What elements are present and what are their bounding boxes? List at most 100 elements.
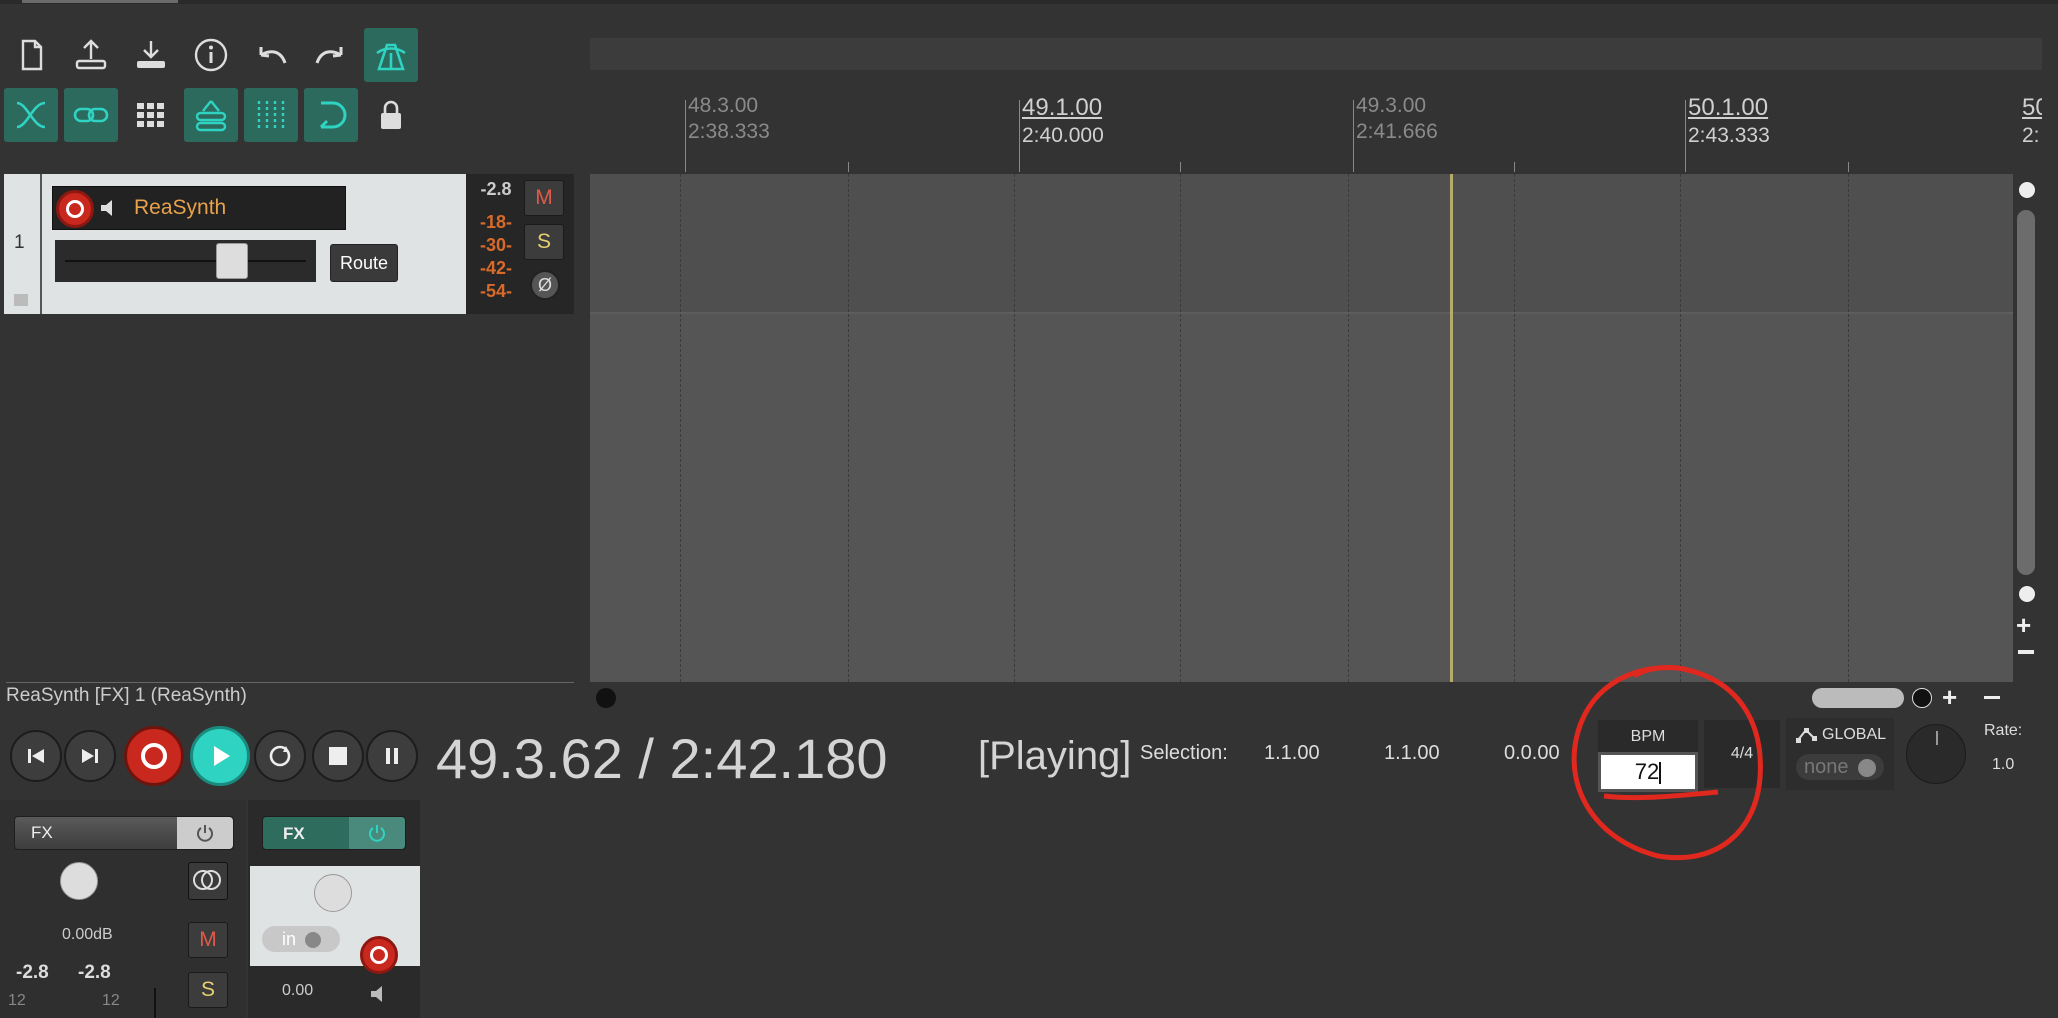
ruler-region-lane[interactable] <box>590 38 2042 70</box>
redo-icon[interactable] <box>304 28 358 82</box>
track1-speaker-icon[interactable] <box>368 982 392 1011</box>
horizontal-scroll-thumb[interactable] <box>1812 688 1904 708</box>
play-cursor[interactable] <box>1450 174 1453 682</box>
grid-line <box>1348 174 1349 682</box>
project-info-icon[interactable] <box>184 28 238 82</box>
active-project-tab[interactable] <box>22 0 178 3</box>
link-icon[interactable] <box>64 88 118 142</box>
pause-button[interactable] <box>366 730 418 782</box>
phase-label: Ø <box>537 274 552 295</box>
snap-grid-icon[interactable] <box>244 88 298 142</box>
record-arm-button[interactable] <box>56 190 94 228</box>
track1-pan-knob[interactable] <box>314 874 352 912</box>
h-zoom-in-icon[interactable]: + <box>1942 682 1957 713</box>
grid-line <box>680 174 681 682</box>
track-name[interactable]: ReaSynth <box>134 196 226 220</box>
master-volume-readout[interactable]: 0.00dB <box>62 926 113 944</box>
speaker-icon[interactable] <box>98 196 122 225</box>
skip-forward-icon <box>82 749 98 763</box>
ruler-tick <box>848 162 849 172</box>
master-mute-button[interactable]: M <box>188 922 228 958</box>
record-button[interactable] <box>124 726 184 786</box>
fx-window-title: ReaSynth [FX] 1 (ReaSynth) <box>6 682 574 706</box>
stop-button[interactable] <box>312 730 364 782</box>
track-lane-1[interactable] <box>590 174 2013 312</box>
zoom-in-icon[interactable]: + <box>2016 610 2031 641</box>
new-project-icon[interactable] <box>4 28 58 82</box>
time-display[interactable]: 49.3.62 / 2:42.180 <box>436 726 888 791</box>
master-solo-button[interactable]: S <box>188 972 228 1008</box>
track1-record-arm-button[interactable] <box>360 936 398 974</box>
master-meter-scale: 12 <box>102 992 120 1009</box>
top-strip <box>0 0 2058 4</box>
volume-fader-handle[interactable] <box>216 243 248 279</box>
repeat-button[interactable] <box>254 730 306 782</box>
meter-scale-label: -42- <box>479 258 512 278</box>
metronome-icon[interactable] <box>364 28 418 82</box>
record-icon <box>141 743 167 769</box>
ripple-edit-icon[interactable] <box>4 88 58 142</box>
fx-bypass-toggle[interactable] <box>177 817 233 849</box>
ruler-mark: 48.3.00 2:38.333 <box>685 94 770 172</box>
scroll-down-icon[interactable] <box>2019 586 2035 602</box>
selection-length[interactable]: 0.0.00 <box>1504 742 1562 765</box>
folder-icon[interactable] <box>14 294 28 306</box>
timeline-ruler[interactable]: 48.3.00 2:38.333 49.1.00 2:40.000 49.3.0… <box>590 94 2042 174</box>
master-fx-button[interactable]: FX <box>14 816 234 850</box>
meter-peak[interactable]: -2.8 <box>476 178 516 201</box>
phase-invert-button[interactable]: Ø <box>530 270 560 300</box>
route-button[interactable]: Route <box>330 244 398 282</box>
master-peak-left[interactable]: -2.8 <box>16 962 49 984</box>
fader-track <box>65 260 306 262</box>
scroll-left-icon[interactable] <box>596 688 616 708</box>
track1-fx-button[interactable]: FX <box>262 816 406 850</box>
fx-bypass-toggle[interactable] <box>349 817 405 849</box>
master-pan-knob[interactable] <box>60 862 98 900</box>
play-state: [Playing] <box>978 734 1132 778</box>
ruler-tick <box>1514 162 1515 172</box>
rate-knob[interactable] <box>1906 724 1966 784</box>
chevron-down-icon <box>305 932 322 949</box>
save-project-icon[interactable] <box>124 28 178 82</box>
selection-label: Selection: <box>1140 742 1228 764</box>
grid-line <box>1848 174 1849 682</box>
rate-label: Rate: <box>1984 722 2023 739</box>
solo-label: S <box>536 230 551 253</box>
ruler-mark: 49.1.00 2:40.000 <box>1019 94 1104 172</box>
selection-start[interactable]: 1.1.00 <box>1264 742 1320 765</box>
track1-fx-label: FX <box>283 824 305 843</box>
group-icon[interactable] <box>184 88 238 142</box>
global-automation-select[interactable]: none <box>1796 754 1884 780</box>
h-zoom-out-icon[interactable] <box>1984 696 2000 699</box>
solo-button[interactable]: S <box>524 224 564 260</box>
rate-value[interactable]: 1.0 <box>1992 756 2014 774</box>
master-mono-stereo-button[interactable] <box>188 862 228 900</box>
ruler-bar-label: 50 <box>2022 94 2042 121</box>
ruler-mark: 50 2: <box>2022 94 2042 148</box>
go-to-end-button[interactable] <box>64 730 116 782</box>
scroll-up-icon[interactable] <box>2019 182 2035 198</box>
track1-volume-readout[interactable]: 0.00 <box>282 982 313 1000</box>
loop-icon[interactable] <box>304 88 358 142</box>
go-to-start-button[interactable] <box>10 730 62 782</box>
ruler-time-label: 2:41.666 <box>1356 120 1438 143</box>
ruler-time-label: 2: <box>2022 124 2040 147</box>
mute-button[interactable]: M <box>524 180 564 216</box>
lock-icon[interactable] <box>364 88 418 142</box>
scroll-right-icon[interactable] <box>1912 688 1932 708</box>
track1-input-select[interactable]: in <box>262 926 340 952</box>
grid-icon[interactable] <box>124 88 178 142</box>
meter-divider <box>154 988 156 1018</box>
open-project-icon[interactable] <box>64 28 118 82</box>
undo-icon[interactable] <box>244 28 298 82</box>
power-icon <box>369 825 385 842</box>
master-peak-right[interactable]: -2.8 <box>78 962 111 984</box>
vertical-scroll-thumb[interactable] <box>2017 210 2035 575</box>
zoom-out-icon[interactable] <box>2018 650 2034 654</box>
meter-scale-label: -18- <box>479 212 512 232</box>
selection-end[interactable]: 1.1.00 <box>1384 742 1440 765</box>
track-number: 1 <box>14 232 25 253</box>
play-button[interactable] <box>190 726 250 786</box>
chevron-down-icon <box>1858 758 1877 777</box>
stop-icon <box>329 747 347 765</box>
